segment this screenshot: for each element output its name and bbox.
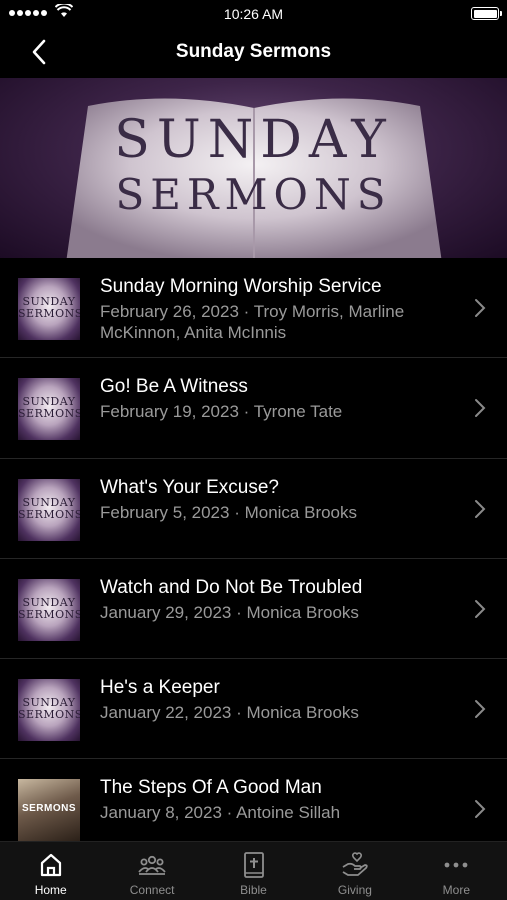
banner-title-line2: SERMONS [115, 170, 392, 219]
page-title: Sunday Sermons [175, 41, 332, 62]
chevron-right-icon [475, 299, 486, 317]
giving-icon [342, 852, 368, 876]
sermon-thumbnail: SUNDAY SERMONS [18, 578, 80, 641]
tab-bar: Home Connect Bible Giving More [0, 841, 507, 900]
sermon-title: The Steps Of A Good Man [100, 777, 322, 799]
sermon-thumbnail: SUNDAY SERMONS [18, 679, 80, 742]
sermon-subtitle: January 22, 2023 · Monica Brooks [100, 703, 359, 723]
tab-label: Connect [129, 883, 175, 897]
sermon-subtitle: February 19, 2023 · Tyrone Tate [100, 402, 343, 422]
status-time: 10:26 AM [223, 6, 284, 22]
sermon-list-item[interactable]: SUNDAY SERMONS Go! Be A Witness February… [0, 358, 507, 459]
battery-icon [471, 7, 502, 20]
tab-home[interactable]: Home [0, 842, 101, 900]
sermon-subtitle: January 8, 2023 · Antoine Sillah [100, 803, 341, 823]
sermon-thumbnail: SUNDAY SERMONS [18, 478, 80, 541]
tab-connect[interactable]: Connect [101, 842, 202, 900]
status-bar: 10:26 AM [0, 0, 507, 28]
sermon-title: Sunday Morning Worship Service [100, 276, 382, 297]
sermon-list-item[interactable]: SUNDAY SERMONS What's Your Excuse? Febru… [0, 459, 507, 559]
tab-label: Bible [240, 883, 267, 897]
navigation-bar: Sunday Sermons [0, 28, 507, 78]
tab-label: More [442, 883, 470, 897]
bible-icon [243, 852, 264, 878]
sermon-list: SUNDAY SERMONS Sunday Morning Worship Se… [0, 258, 507, 841]
tab-label: Home [34, 883, 67, 897]
sermon-title: He's a Keeper [100, 677, 220, 699]
chevron-right-icon [475, 499, 486, 518]
sermon-title: What's Your Excuse? [100, 476, 279, 498]
more-icon [444, 862, 468, 868]
banner-title-line1: SUNDAY [114, 110, 393, 170]
sermon-subtitle: February 5, 2023 · Monica Brooks [100, 502, 358, 522]
home-icon [40, 853, 61, 877]
chevron-right-icon [475, 700, 486, 719]
chevron-right-icon [475, 399, 486, 418]
sermon-subtitle: January 29, 2023 · Monica Brooks [100, 602, 359, 622]
sermon-subtitle: February 26, 2023 · Troy Morris, Marline… [100, 302, 405, 342]
sermon-thumbnail: SUNDAY SERMONS [18, 378, 80, 441]
tab-more[interactable]: More [406, 842, 507, 900]
sermon-list-item[interactable]: SUNDAY SERMONS Sunday Morning Worship Se… [0, 258, 507, 359]
sermon-list-item[interactable]: SUNDAY SERMONS Watch and Do Not Be Troub… [0, 559, 507, 660]
people-icon [138, 855, 166, 875]
sermon-list-item[interactable]: SUNDAY SERMONS He's a Keeper January 22,… [0, 659, 507, 760]
sermon-thumbnail: SUNDAY SERMONS [18, 278, 80, 340]
sermon-series-banner: SUNDAY SERMONS [0, 78, 507, 258]
sermon-thumbnail: SERMONS [18, 779, 80, 841]
sermon-title: Watch and Do Not Be Troubled [100, 576, 363, 598]
tab-bible[interactable]: Bible [203, 842, 304, 900]
tab-giving[interactable]: Giving [304, 842, 405, 900]
chevron-right-icon [475, 800, 486, 819]
sermon-list-item[interactable]: SERMONS The Steps Of A Good Man January … [0, 759, 507, 841]
tab-label: Giving [337, 883, 372, 897]
sermon-title: Go! Be A Witness [100, 376, 248, 398]
chevron-right-icon [475, 599, 486, 618]
